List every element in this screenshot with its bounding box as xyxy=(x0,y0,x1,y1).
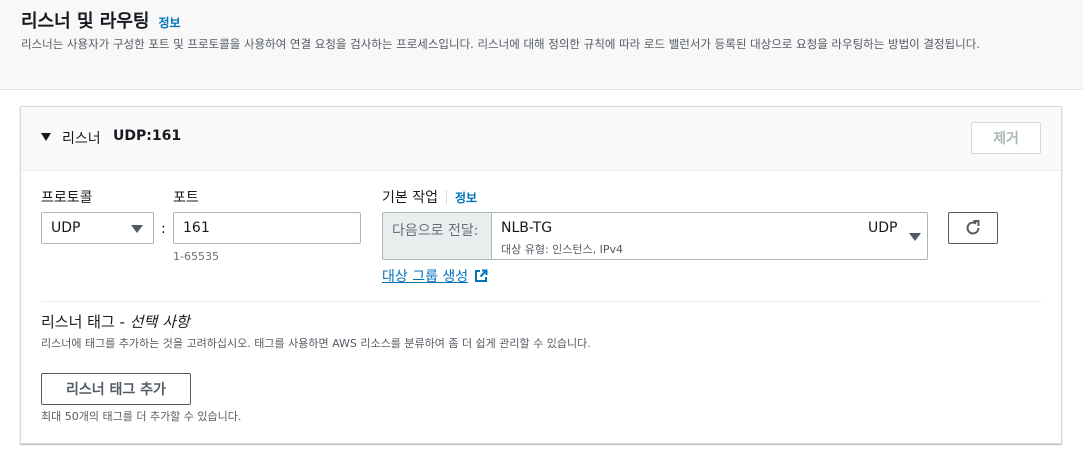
refresh-button[interactable] xyxy=(948,212,998,244)
forward-to-addon: 다음으로 전달: xyxy=(382,212,492,260)
colon-separator: : xyxy=(161,221,166,237)
port-label: 포트 xyxy=(173,190,199,206)
port-input[interactable]: 161 xyxy=(173,212,361,244)
target-group-protocol: UDP xyxy=(868,220,898,236)
external-link-icon xyxy=(475,269,488,282)
section-description: 리스너는 사용자가 구성한 포트 및 프로토콜을 사용하여 연결 요청을 검사하… xyxy=(21,37,980,51)
add-listener-tag-button[interactable]: 리스너 태그 추가 xyxy=(41,373,191,405)
tags-hint: 최대 50개의 태그를 더 추가할 수 있습니다. xyxy=(41,410,242,423)
default-action-label: 기본 작업 xyxy=(382,190,438,206)
protocol-select-value: UDP xyxy=(51,220,81,236)
triangle-down-icon xyxy=(131,225,143,233)
listener-card: 리스너 UDP:161 제거 프로토콜 포트 UDP : 161 1-65535… xyxy=(20,106,1062,444)
tags-title-text: 리스너 태그 - xyxy=(41,313,130,331)
target-group-select[interactable]: NLB-TG 대상 유형: 인스턴스, IPv4 UDP xyxy=(491,212,928,260)
target-group-subtitle: 대상 유형: 인스턴스, IPv4 xyxy=(501,243,624,256)
tags-description: 리스너에 태그를 추가하는 것을 고려하십시오. 태그를 사용하면 AWS 리소… xyxy=(41,337,591,350)
default-action-label-row: 기본 작업 정보 xyxy=(382,187,477,207)
label-divider xyxy=(445,190,447,204)
protocol-label: 프로토콜 xyxy=(41,190,93,206)
port-hint: 1-65535 xyxy=(173,250,219,263)
triangle-down-icon xyxy=(909,233,921,241)
forward-to-label: 다음으로 전달: xyxy=(392,223,479,239)
content-area: 리스너 UDP:161 제거 프로토콜 포트 UDP : 161 1-65535… xyxy=(0,90,1083,449)
caret-down-icon[interactable] xyxy=(41,133,51,141)
listener-card-header[interactable]: 리스너 UDP:161 제거 xyxy=(21,107,1061,171)
target-group-name: NLB-TG xyxy=(501,220,553,236)
protocol-select[interactable]: UDP xyxy=(41,212,154,244)
page-title: 리스너 및 라우팅 xyxy=(21,11,150,32)
remove-button[interactable]: 제거 xyxy=(971,122,1041,154)
create-target-group-link[interactable]: 대상 그룹 생성 xyxy=(382,266,488,286)
default-action-info-link[interactable]: 정보 xyxy=(455,189,477,206)
tags-title: 리스너 태그 - 선택 사항 xyxy=(41,311,190,332)
listener-label: 리스너 xyxy=(62,131,101,147)
title-row: 리스너 및 라우팅 정보 xyxy=(21,7,181,33)
info-link[interactable]: 정보 xyxy=(158,14,180,31)
divider xyxy=(41,301,1041,302)
listener-protocol-port: UDP:161 xyxy=(113,128,182,144)
port-input-value: 161 xyxy=(183,220,210,236)
refresh-icon xyxy=(966,220,980,235)
section-header: 리스너 및 라우팅 정보 리스너는 사용자가 구성한 포트 및 프로토콜을 사용… xyxy=(0,0,1083,90)
tags-optional: 선택 사항 xyxy=(129,313,190,331)
create-target-group-label: 대상 그룹 생성 xyxy=(382,269,469,285)
